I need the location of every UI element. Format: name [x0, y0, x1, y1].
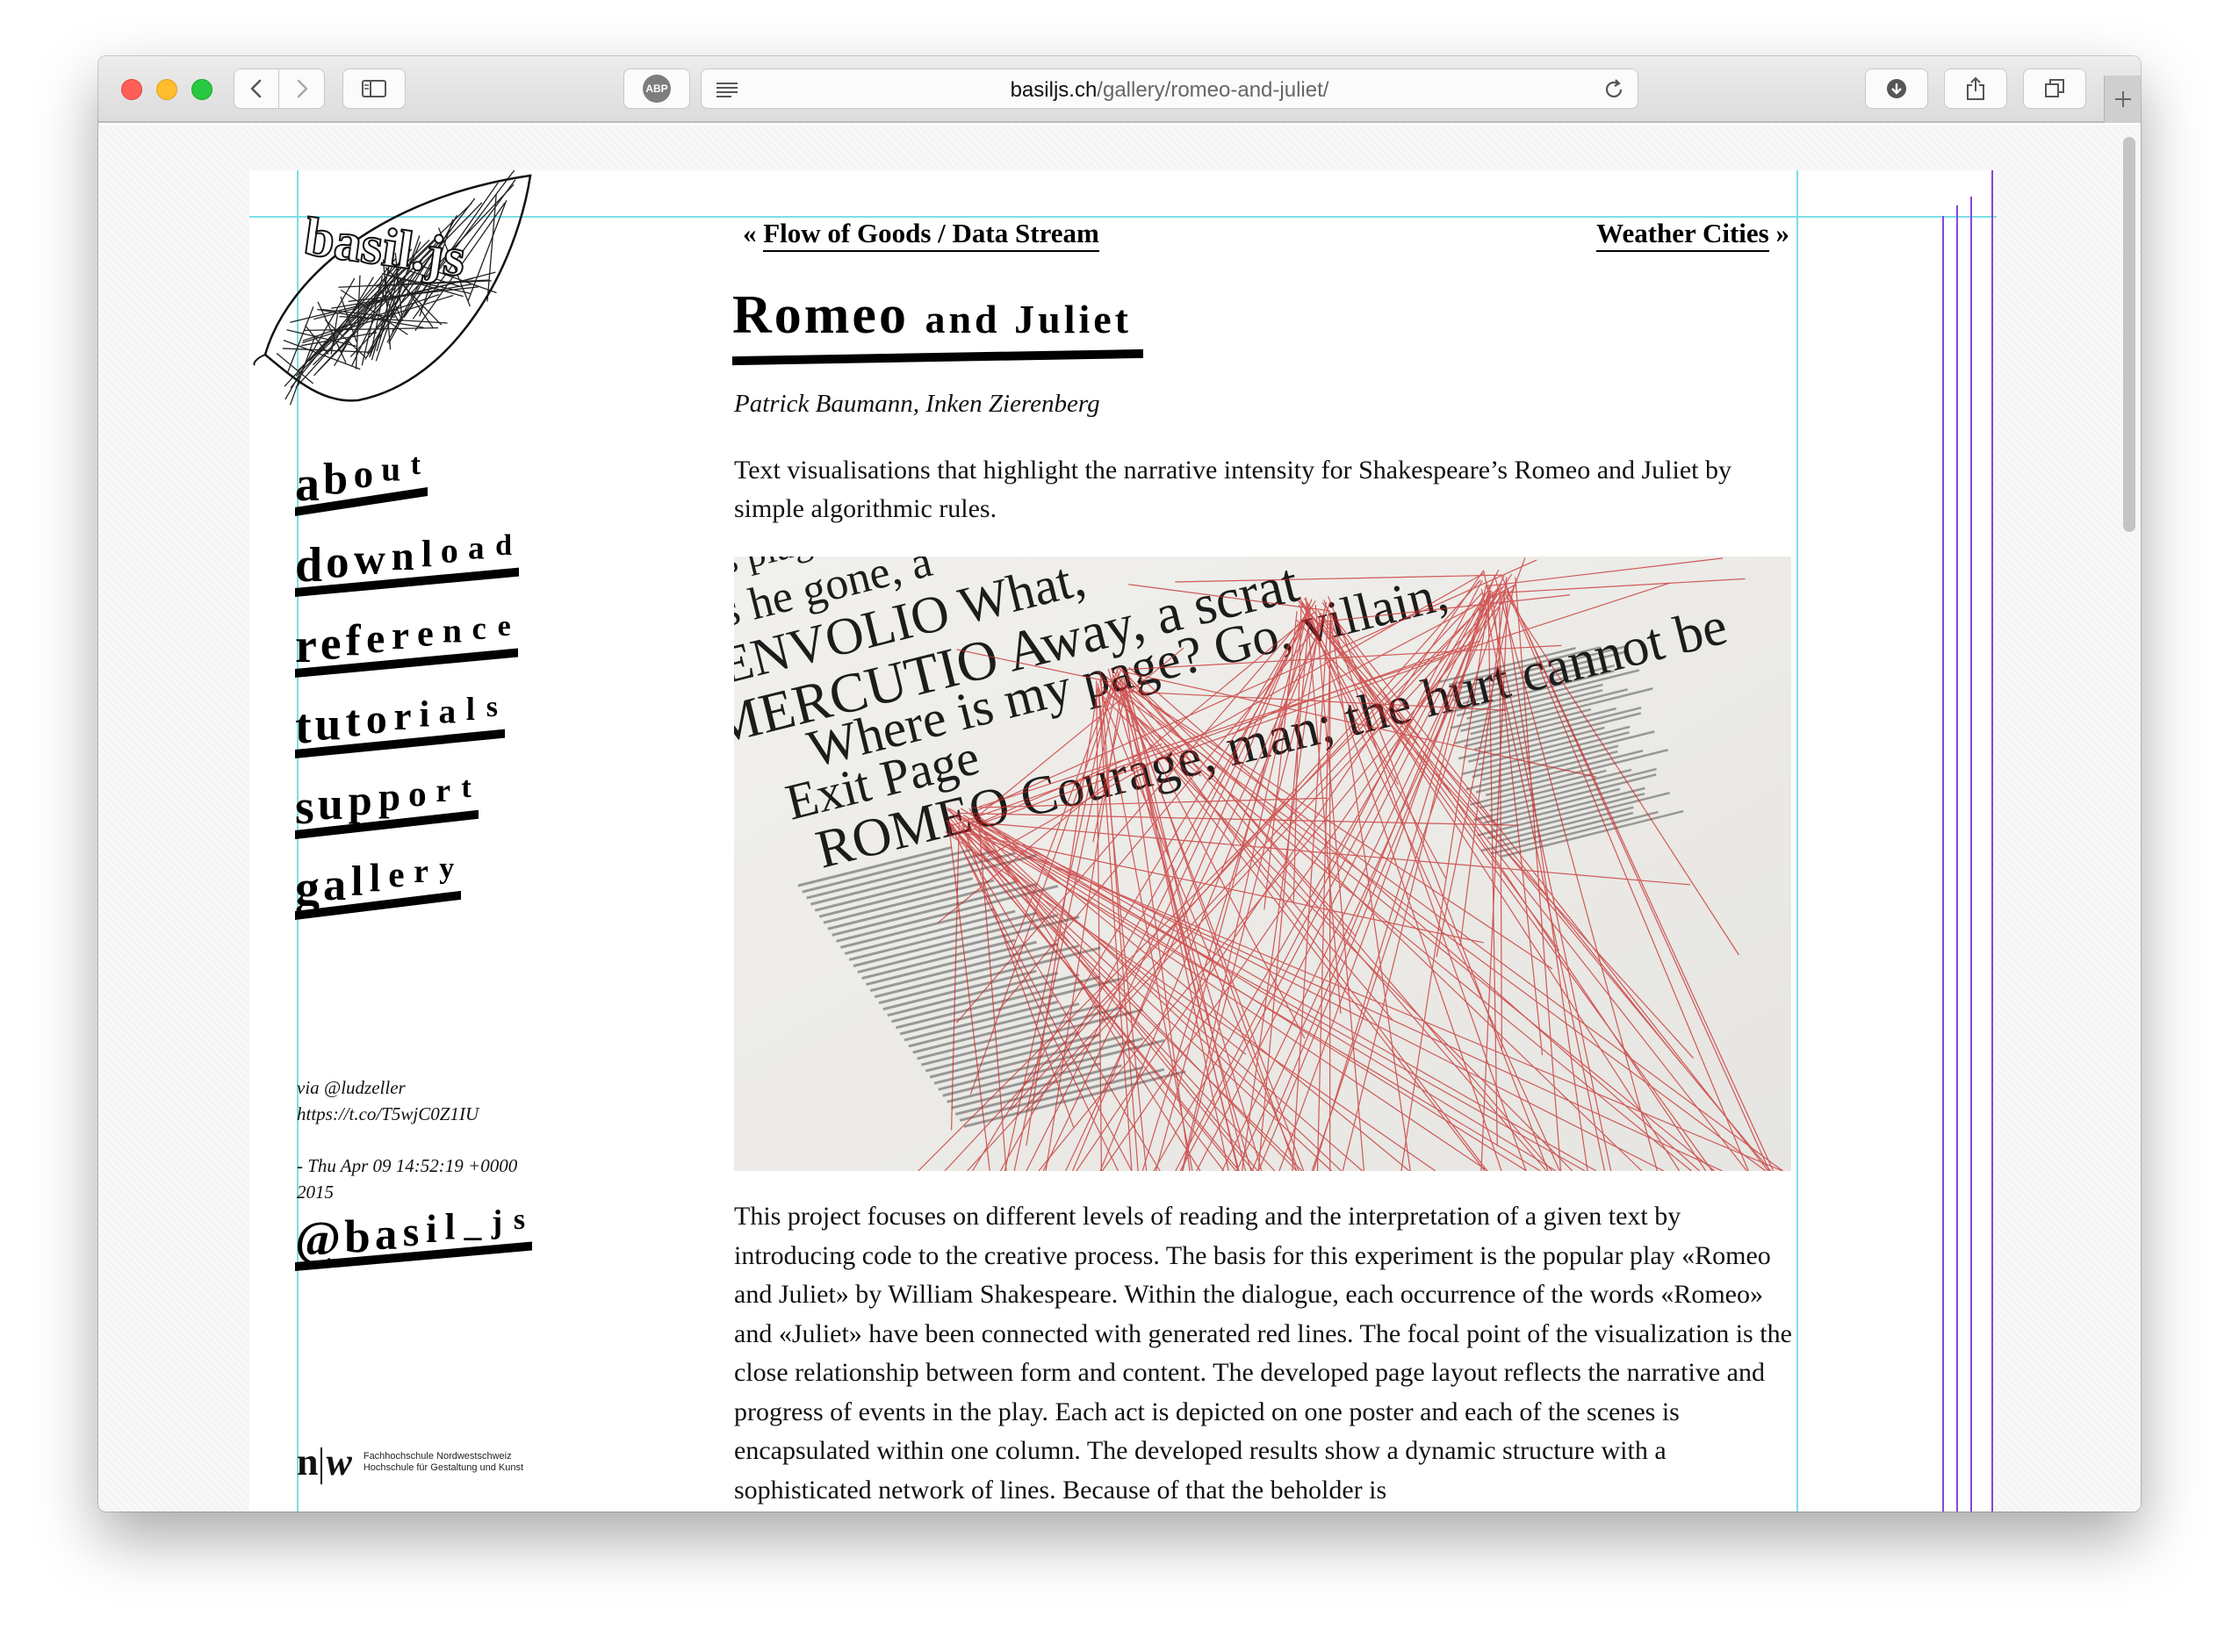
chevron-left-icon [250, 79, 262, 98]
plus-icon [2114, 91, 2131, 107]
adblock-button[interactable]: ABP [623, 68, 690, 109]
address-bar[interactable]: basiljs.ch/gallery/romeo-and-juliet/ [701, 68, 1638, 109]
baseline-guide [1956, 205, 1958, 1512]
web-page: basil.js ab o u t dow n l o a d refe r e n c e tuto r i… [98, 125, 2141, 1512]
prev-label: Flow of Goods / Data Stream [763, 218, 1099, 252]
fhnw-logo[interactable]: nw Fachhochschule Nordwestschweiz Hochsc… [297, 1440, 523, 1484]
title-part: and Juliet [925, 297, 1132, 341]
fhnw-mark: nw [297, 1440, 352, 1484]
author-name: Inken Zierenberg [925, 390, 1100, 418]
fhnw-mark-right: w [326, 1440, 351, 1483]
baseline-guide [1991, 170, 1993, 1512]
download-icon [1887, 79, 1906, 98]
nav-link-reference[interactable]: refe r e n c e [295, 610, 524, 699]
nav-link-tutorials[interactable]: tuto r i a l s [295, 691, 524, 779]
baseline-guide [1942, 216, 1944, 1512]
fhnw-line: Hochschule für Gestaltung und Kunst [363, 1462, 524, 1473]
share-button[interactable] [1944, 68, 2007, 109]
fhnw-mark-left: n [297, 1440, 319, 1483]
url-text: basiljs.ch/gallery/romeo-and-juliet/ [702, 78, 1638, 103]
author-separator: , [912, 390, 926, 418]
page-sheet: basil.js ab o u t dow n l o a d refe r e n c e tuto r i… [249, 170, 1997, 1512]
page-scrollbar[interactable] [2123, 137, 2135, 532]
url-host: basiljs.ch [1010, 78, 1098, 102]
intro-paragraph: Text visualisations that highlight the n… [734, 456, 1732, 523]
zoom-window-button[interactable] [191, 79, 212, 100]
forward-button[interactable] [279, 68, 325, 109]
adblock-icon: ABP [643, 75, 671, 103]
basiljs-logo[interactable]: basil.js [253, 170, 534, 407]
browser-window: ABP basiljs.ch/gallery/romeo-and-juliet/ [98, 56, 2141, 1512]
page-title: Romeo and Juliet [732, 284, 1143, 366]
tabs-overview-icon [2045, 79, 2064, 97]
project-image[interactable]: s plag s he gone, a ENVOLIO What, MERCUT… [734, 557, 1791, 1171]
reload-icon[interactable] [1602, 78, 1625, 101]
author-name: Patrick Baumann [734, 390, 913, 418]
authors: Patrick Baumann, Inken Zierenberg [734, 390, 1100, 419]
next-label: Weather Cities [1596, 218, 1769, 252]
next-project-link[interactable]: Weather Cities » [1596, 218, 1790, 252]
next-arrow: » [1768, 218, 1790, 248]
close-window-button[interactable] [121, 79, 142, 100]
tweet-year: 2015 [297, 1182, 334, 1203]
baseline-guide [1970, 197, 1972, 1512]
new-tab-button[interactable] [2104, 75, 2141, 123]
prev-arrow: « [743, 218, 764, 248]
nav-link-support[interactable]: sup p o r t [295, 772, 524, 860]
back-button[interactable] [234, 68, 279, 109]
fhnw-line: Fachhochschule Nordwestschweiz [363, 1450, 512, 1462]
nav-link-download[interactable]: dow n l o a d [295, 529, 524, 618]
chevron-right-icon [297, 79, 307, 98]
sidebar-icon [362, 80, 386, 97]
minimize-window-button[interactable] [156, 79, 177, 100]
title-part: Romeo [732, 285, 925, 345]
article-body: This project focuses on different levels… [734, 1202, 1792, 1505]
downloads-button[interactable] [1865, 68, 1928, 109]
sidebar-toggle-button[interactable] [342, 68, 406, 109]
browser-toolbar: ABP basiljs.ch/gallery/romeo-and-juliet/ [98, 56, 2141, 123]
nav-link-gallery[interactable]: gal l e r y [295, 852, 524, 941]
show-tabs-button[interactable] [2023, 68, 2086, 109]
tweet-text: via @ludzeller [297, 1077, 406, 1098]
share-icon [1967, 76, 1984, 100]
url-path: /gallery/romeo-and-juliet/ [1097, 78, 1329, 102]
tweet-link[interactable]: https://t.co/T5wjC0Z1IU [297, 1103, 479, 1124]
previous-project-link[interactable]: « Flow of Goods / Data Stream [743, 218, 1099, 252]
logo-text: basil.js [300, 207, 469, 289]
romeo-juliet-poster-photo: s plag s he gone, a ENVOLIO What, MERCUT… [734, 557, 1791, 1171]
main-nav: ab o u t dow n l o a d refe r e n c e tuto r i a l s sup p o… [295, 449, 524, 941]
fhnw-text: Fachhochschule Nordwestschweiz Hochschul… [364, 1451, 523, 1474]
twitter-handle-link[interactable]: @bas i l _ j s [295, 1203, 537, 1292]
tweet-date: - Thu Apr 09 14:52:19 +0000 [297, 1155, 518, 1176]
nav-link-about[interactable]: ab o u t [295, 449, 524, 537]
title-underline [732, 348, 1143, 366]
